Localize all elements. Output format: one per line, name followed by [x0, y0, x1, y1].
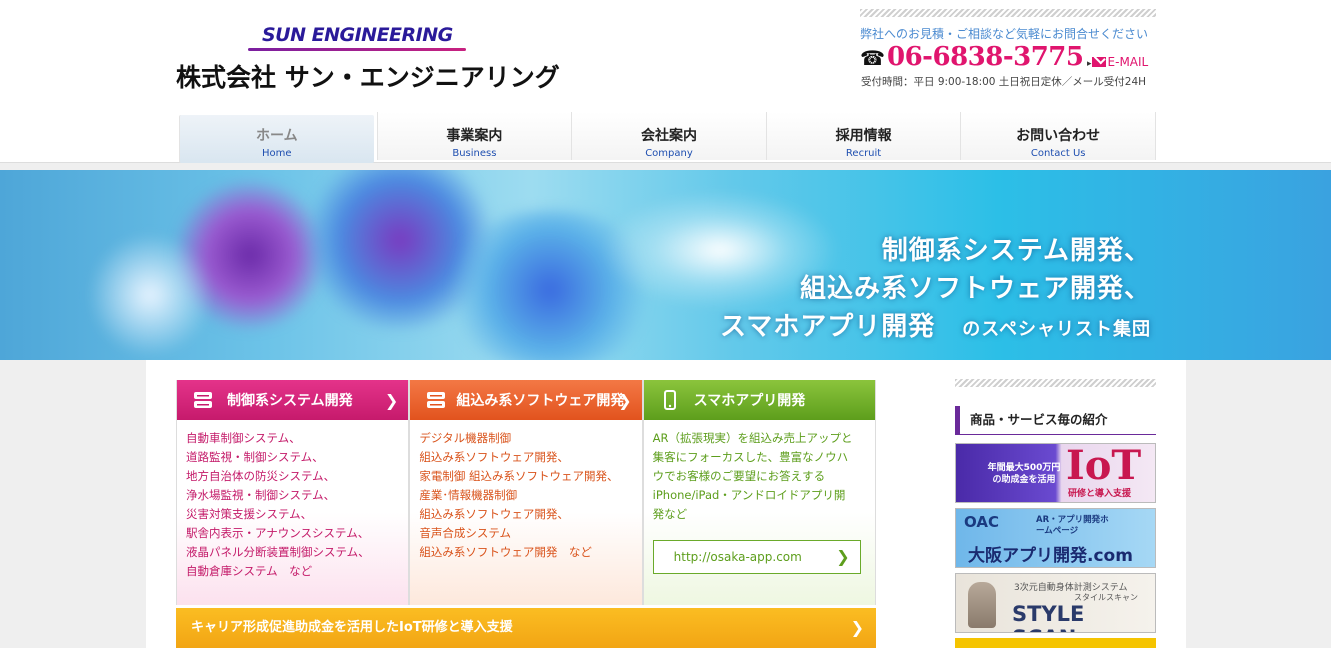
service-header-embedded[interactable]: 組込み系ソフトウェア開発 ❯	[410, 380, 642, 420]
chevron-right-icon: ❯	[850, 618, 864, 637]
banner-label: キャリア形成促進助成金を活用したIoT研修と導入支援	[191, 620, 513, 635]
banner-big-text: 大阪アプリ開発.com	[968, 546, 1133, 566]
nav-item-recruit[interactable]: 採用情報 Recruit	[765, 112, 961, 160]
email-link[interactable]: ▸ E-MAIL	[1087, 55, 1148, 69]
logo-underline	[248, 48, 466, 51]
service-body: AR（拡張現実）を組込み売上アップと 集客にフォーカスした、豊富なノウハ ウでお…	[643, 420, 875, 605]
service-header-app[interactable]: スマホアプリ開発	[643, 380, 875, 420]
list-item: 災害対策支援システム、	[186, 507, 313, 521]
list-item: 駅舎内表示・アナウンスシステム、	[186, 526, 370, 540]
service-box-embedded: 組込み系ソフトウェア開発 ❯ デジタル機器制御 組込み系ソフトウェア開発、 家電…	[409, 380, 643, 605]
sidebar-banner-osaka-app[interactable]: OAC AR・アプリ開発ホームページ 大阪アプリ開発.com	[955, 508, 1156, 568]
hero-banner: 制御系システム開発、 組込み系ソフトウェア開発、 スマホアプリ開発 のスペシャリ…	[0, 170, 1331, 360]
chevron-right-icon: ❯	[836, 547, 850, 566]
phone-number[interactable]: 06-6838-3775	[887, 42, 1084, 72]
phone-icon: ☎	[860, 46, 885, 70]
main-nav: ホーム Home 事業案内 Business 会社案内 Company 採用情報…	[176, 112, 1156, 163]
sidebar-banner-style-scan[interactable]: 3次元自動身体計測システム スタイルスキャン STYLE SCAN	[955, 573, 1156, 633]
list-item: AR（拡張現実）を組込み売上アップと	[652, 431, 853, 445]
contact-divider	[860, 9, 1156, 17]
list-item: 組込み系ソフトウェア開発、	[419, 507, 569, 521]
nav-item-home[interactable]: ホーム Home	[179, 115, 374, 163]
hero-tagline: 制御系システム開発、 組込み系ソフトウェア開発、 スマホアプリ開発 のスペシャリ…	[720, 232, 1151, 349]
banner-small-text: 年間最大500万円の助成金を活用	[987, 463, 1061, 485]
nav-label-en: Business	[452, 148, 497, 159]
list-item: 自動倉庫システム など	[186, 564, 313, 578]
service-body: デジタル機器制御 組込み系ソフトウェア開発、 家電制御 組込み系ソフトウェア開発…	[410, 420, 642, 605]
list-item: 産業･情報機器制御	[419, 488, 518, 502]
mail-icon	[1091, 57, 1106, 67]
nav-label-en: Company	[645, 148, 693, 159]
service-box-app: スマホアプリ開発 AR（拡張現実）を組込み売上アップと 集客にフォーカスした、豊…	[642, 380, 876, 605]
list-item: ウでお客様のご要望にお答えする	[652, 469, 826, 483]
osaka-app-link-button[interactable]: http://osaka-app.com ❯	[652, 540, 861, 574]
list-item: 家電制御 組込み系ソフトウェア開発、	[419, 469, 619, 483]
sidebar-title: 商品・サービス毎の紹介	[955, 406, 1156, 435]
link-label: http://osaka-app.com	[673, 550, 802, 564]
iot-training-banner[interactable]: キャリア形成促進助成金を活用したIoT研修と導入支援 ❯	[176, 608, 876, 648]
service-title: 組込み系ソフトウェア開発	[456, 393, 625, 409]
nav-item-business[interactable]: 事業案内 Business	[376, 112, 572, 160]
nav-label-ja: ホーム	[256, 128, 298, 144]
banner-brand: OAC	[964, 513, 999, 531]
site-header: SUN ENGINEERING 株式会社 サン・エンジニアリング 弊社へのお見積…	[0, 0, 1331, 163]
email-label: E-MAIL	[1107, 55, 1149, 69]
list-item: 液晶パネル分断装置制御システム、	[186, 545, 370, 559]
hero-line-3: スマホアプリ開発 のスペシャリスト集団	[720, 308, 1151, 349]
banner-big-text: IoT	[1066, 443, 1142, 489]
list-item: 発など	[652, 507, 688, 521]
server-icon	[427, 392, 446, 408]
contact-message: 弊社へのお見積・ご相談など気軽にお問合せください	[860, 27, 1149, 41]
list-item: 組込み系ソフトウェア開発 など	[419, 545, 592, 559]
hero-line-2: 組込み系ソフトウェア開発、	[799, 274, 1151, 304]
sidebar-banner-partial[interactable]	[955, 638, 1156, 648]
nav-label-ja: 事業案内	[446, 128, 503, 144]
nav-item-contact[interactable]: お問い合わせ Contact Us	[960, 112, 1156, 160]
banner-sub-text: 研修と導入支援	[1068, 489, 1132, 499]
list-item: 地方自治体の防災システム、	[186, 469, 336, 483]
hero-line-3-main: スマホアプリ開発	[720, 312, 936, 342]
sidebar-divider	[955, 379, 1156, 387]
nav-label-en: Contact Us	[1030, 148, 1086, 159]
list-item: 浄水場監視・制御システム、	[186, 488, 336, 502]
service-title: スマホアプリ開発	[693, 393, 806, 409]
nav-label-en: Home	[262, 148, 292, 159]
list-item: 組込み系ソフトウェア開発、	[419, 450, 569, 464]
nav-label-en: Recruit	[845, 148, 882, 159]
nav-label-ja: 会社案内	[640, 128, 697, 144]
logo-english[interactable]: SUN ENGINEERING	[262, 24, 453, 46]
service-title: 制御系システム開発	[227, 393, 353, 409]
list-item: iPhone/iPad・アンドロイドアプリ開	[652, 488, 846, 502]
hero-line-3-sub: のスペシャリスト集団	[962, 319, 1151, 340]
nav-item-company[interactable]: 会社案内 Company	[571, 112, 766, 160]
hero-line-1: 制御系システム開発、	[881, 236, 1151, 266]
service-body: 自動車制御システム、 道路監視・制御システム、 地方自治体の防災システム、 浄水…	[177, 420, 409, 605]
smartphone-icon	[663, 390, 676, 410]
sidebar-banner-iot[interactable]: 年間最大500万円の助成金を活用 IoT 研修と導入支援	[955, 443, 1156, 503]
list-item: 自動車制御システム、	[186, 431, 301, 445]
list-item: デジタル機器制御	[419, 431, 512, 445]
service-box-control: 制御系システム開発 ❯ 自動車制御システム、 道路監視・制御システム、 地方自治…	[176, 380, 410, 605]
chevron-right-icon: ❯	[618, 391, 632, 410]
body-scan-figure	[968, 582, 996, 628]
list-item: 音声合成システム	[419, 526, 511, 540]
server-icon	[194, 392, 212, 408]
chevron-right-icon: ❯	[384, 391, 399, 410]
hero-decoration	[90, 230, 210, 360]
list-item: 集客にフォーカスした、豊富なノウハ	[652, 450, 849, 464]
nav-label-ja: 採用情報	[835, 128, 892, 144]
list-item: 道路監視・制御システム、	[186, 450, 324, 464]
service-header-control[interactable]: 制御系システム開発 ❯	[177, 380, 409, 420]
nav-label-ja: お問い合わせ	[1016, 128, 1101, 144]
banner-big-text: STYLE SCAN	[1012, 602, 1085, 632]
business-hours: 受付時間：平日 9:00-18:00 土日祝日定休／メール受付24H	[861, 76, 1147, 88]
logo-japanese[interactable]: 株式会社 サン・エンジニアリング	[176, 58, 560, 94]
service-boxes: 制御系システム開発 ❯ 自動車制御システム、 道路監視・制御システム、 地方自治…	[176, 380, 876, 605]
banner-tag: AR・アプリ開発ホームページ	[1036, 515, 1109, 536]
